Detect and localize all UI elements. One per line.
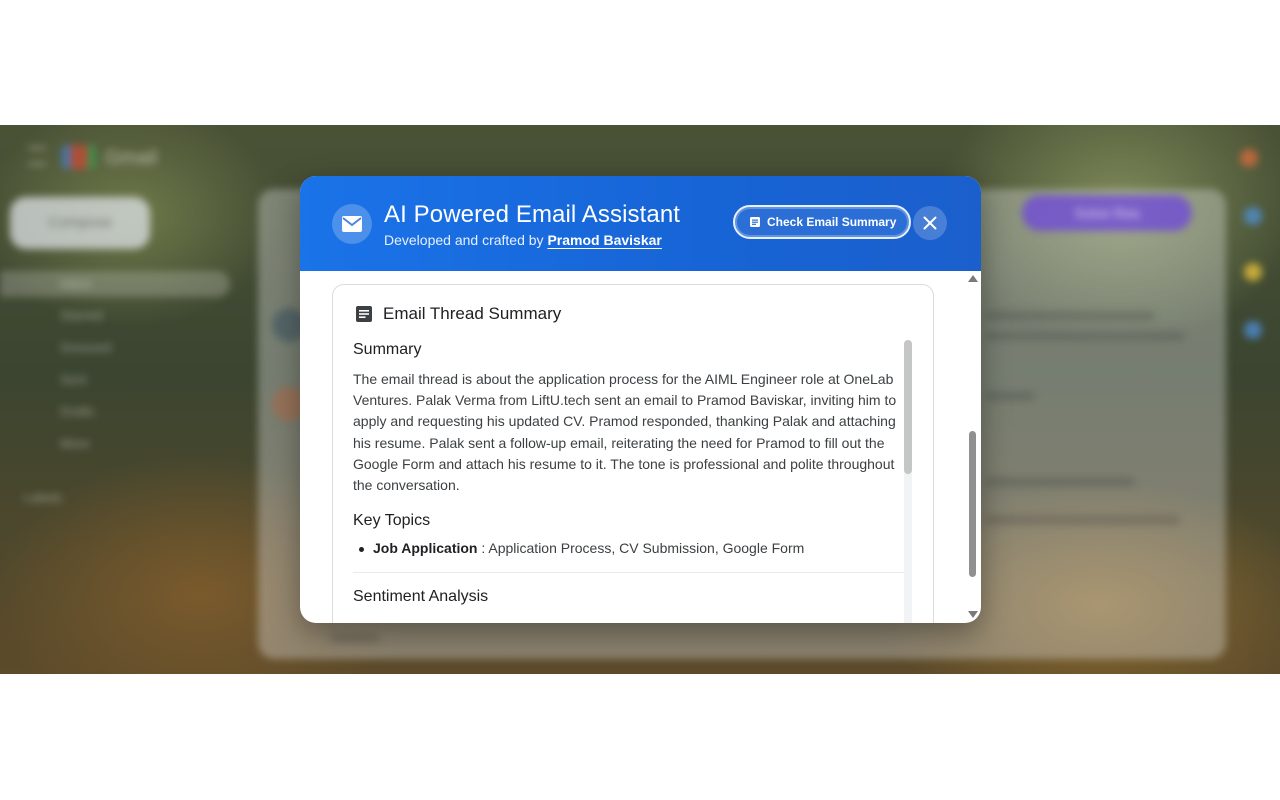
modal-subtitle: Developed and crafted by Pramod Baviskar bbox=[384, 232, 662, 248]
mail-body-line bbox=[330, 633, 380, 643]
close-icon bbox=[923, 216, 937, 230]
key-topics-heading: Key Topics bbox=[353, 512, 431, 530]
email-thread-summary-card: Email Thread Summary Summary The email t… bbox=[332, 284, 934, 623]
addon-icon bbox=[1240, 149, 1258, 167]
author-link[interactable]: Pramod Baviskar bbox=[547, 232, 661, 248]
scroll-up-arrow-icon[interactable] bbox=[968, 275, 978, 282]
mail-meta-line bbox=[985, 311, 1155, 321]
mail-meta-line bbox=[985, 331, 1185, 341]
modal-body: Email Thread Summary Summary The email t… bbox=[300, 271, 981, 623]
addon-icon bbox=[1244, 263, 1262, 281]
screen: Gmail Compose Inbox Starred Snoozed Sent… bbox=[0, 0, 1280, 800]
mail-icon bbox=[332, 204, 372, 244]
nav-item-sent[interactable]: Sent bbox=[0, 367, 230, 393]
subtitle-prefix: Developed and crafted by bbox=[384, 232, 548, 248]
card-header: Email Thread Summary bbox=[355, 304, 561, 324]
mail-meta-line bbox=[985, 391, 1035, 401]
inner-scrollbar[interactable] bbox=[904, 340, 912, 623]
addon-icon bbox=[1244, 207, 1262, 225]
outer-scrollbar-thumb[interactable] bbox=[969, 431, 976, 577]
modal-header: AI Powered Email Assistant Developed and… bbox=[300, 176, 981, 271]
compose-button[interactable]: Compose bbox=[10, 197, 150, 249]
list-item: Job Application : Application Process, C… bbox=[353, 540, 905, 556]
email-assistant-modal: AI Powered Email Assistant Developed and… bbox=[300, 176, 981, 623]
summary-text: The email thread is about the applicatio… bbox=[353, 371, 897, 494]
summary-scroll-content: Summary The email thread is about the ap… bbox=[353, 341, 905, 616]
nav-item-inbox[interactable]: Inbox bbox=[0, 271, 230, 297]
mail-body-line bbox=[985, 477, 1135, 487]
document-icon bbox=[750, 217, 760, 227]
summary-heading: Summary bbox=[353, 341, 422, 358]
modal-title: AI Powered Email Assistant bbox=[384, 201, 681, 228]
topic-name: Job Application bbox=[373, 540, 478, 557]
document-icon bbox=[356, 306, 372, 322]
nav-item-snoozed[interactable]: Snoozed bbox=[0, 335, 230, 361]
nav-item-starred[interactable]: Starred bbox=[0, 303, 230, 329]
topic-detail: : Application Process, CV Submission, Go… bbox=[477, 540, 805, 557]
check-email-summary-button[interactable]: Check Email Summary bbox=[733, 205, 912, 239]
scroll-down-arrow-icon[interactable] bbox=[968, 611, 978, 618]
menu-icon bbox=[28, 147, 46, 165]
nav-item-more[interactable]: More bbox=[0, 431, 230, 457]
sentiment-analysis-heading: Sentiment Analysis bbox=[353, 588, 489, 606]
outer-scrollbar[interactable] bbox=[967, 271, 979, 623]
labels-heading: Labels bbox=[24, 490, 63, 505]
card-title: Email Thread Summary bbox=[383, 304, 562, 323]
inner-scrollbar-thumb[interactable] bbox=[904, 340, 912, 474]
addon-icon bbox=[1244, 321, 1262, 339]
gmail-app-name: Gmail bbox=[105, 147, 158, 169]
nav-item-drafts[interactable]: Drafts bbox=[0, 399, 230, 425]
solve-button[interactable]: Solve Rea bbox=[1022, 195, 1192, 231]
close-button[interactable] bbox=[913, 206, 947, 240]
gmail-logo-icon bbox=[62, 145, 96, 169]
mail-body-line bbox=[985, 515, 1180, 525]
check-email-summary-label: Check Email Summary bbox=[767, 215, 897, 229]
section-divider bbox=[353, 572, 905, 574]
